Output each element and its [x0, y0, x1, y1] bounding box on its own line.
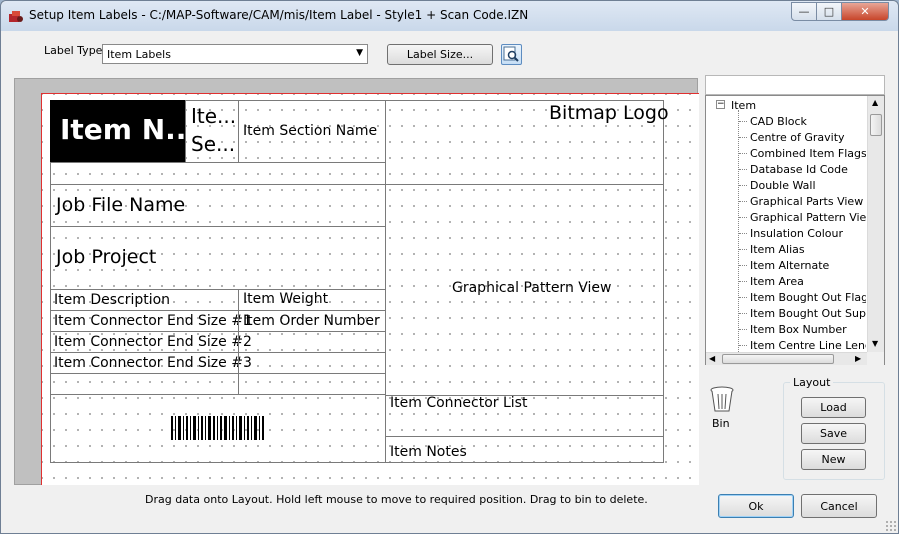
job-file-name-text: Job File Name — [56, 194, 186, 216]
tree-root-item[interactable]: Item — [731, 99, 756, 112]
item-connector-end-size-2-text: Item Connector End Size #2 — [54, 334, 252, 350]
tree-item[interactable]: Combined Item Flags Fiel — [750, 147, 866, 160]
item-connector-end-size-3-text: Item Connector End Size #3 — [54, 355, 252, 371]
tree-item[interactable]: Item Centre Line Length — [750, 339, 866, 352]
tree-branch-line — [739, 121, 747, 122]
tree-connector-line — [738, 110, 739, 352]
tree-branch-line — [739, 201, 747, 202]
empty-cell-left-4[interactable] — [50, 373, 239, 395]
bin-label: Bin — [712, 417, 730, 430]
tree-branch-line — [739, 297, 747, 298]
maximize-button[interactable]: □ — [816, 2, 842, 21]
cancel-button[interactable]: Cancel — [801, 494, 877, 518]
scroll-right-icon[interactable]: ▶ — [855, 354, 861, 363]
graphical-pattern-view-text: Graphical Pattern View — [452, 280, 612, 296]
item-connector-list-text: Item Connector List — [390, 395, 528, 411]
close-icon: ✕ — [860, 5, 870, 18]
item-order-number-text: Item Order Number — [243, 313, 380, 329]
tree-item[interactable]: Database Id Code — [750, 163, 848, 176]
cancel-button-label: Cancel — [820, 499, 858, 513]
horizontal-scroll-thumb[interactable] — [722, 354, 834, 364]
load-button-label: Load — [820, 401, 847, 414]
tree-branch-line — [739, 233, 747, 234]
tree-item[interactable]: Item Area — [750, 275, 804, 288]
empty-cell-right-4[interactable] — [238, 373, 386, 395]
tree-item[interactable]: Item Box Number — [750, 323, 847, 336]
zoom-preview-icon — [503, 46, 519, 62]
maximize-icon: □ — [823, 5, 835, 18]
trash-bin-icon[interactable] — [709, 385, 735, 413]
label-type-caption: Label Type — [44, 44, 103, 57]
app-icon — [9, 11, 23, 22]
ok-button[interactable]: Ok — [718, 494, 794, 518]
new-button[interactable]: New — [801, 449, 866, 470]
item-connector-end-size-1-text: Item Connector End Size #1 — [54, 313, 252, 329]
tree-item[interactable]: CAD Block — [750, 115, 807, 128]
scroll-up-icon[interactable]: ▲ — [872, 98, 878, 107]
item-se-text-1: Ite... — [191, 104, 237, 128]
minimize-button[interactable]: — — [791, 2, 817, 21]
item-weight-text: Item Weight — [243, 291, 329, 307]
scroll-down-icon[interactable]: ▼ — [872, 339, 878, 348]
ok-button-label: Ok — [748, 499, 764, 513]
item-notes-text: Item Notes — [390, 444, 467, 460]
tree-item[interactable]: Graphical Pattern View — [750, 211, 866, 224]
vertical-scroll-thumb[interactable] — [870, 114, 882, 136]
save-button-label: Save — [819, 427, 847, 440]
tree-item[interactable]: Graphical Parts View — [750, 195, 863, 208]
tree-item[interactable]: Double Wall — [750, 179, 816, 192]
tree-item[interactable]: Insulation Colour — [750, 227, 843, 240]
tree-branch-line — [739, 281, 747, 282]
tree-item[interactable]: Item Alias — [750, 243, 805, 256]
empty-cell-row[interactable] — [50, 162, 386, 185]
empty-cell-right-2[interactable] — [238, 331, 386, 353]
label-size-button-label: Label Size... — [406, 48, 474, 61]
empty-cell-right-3[interactable] — [238, 352, 386, 374]
bitmap-logo-text: Bitmap Logo — [549, 102, 669, 124]
tree-horizontal-scrollbar[interactable]: ◀ ▶ — [706, 352, 867, 365]
tree-branch-line — [739, 137, 747, 138]
item-se-text-2: Se... — [191, 132, 236, 156]
scroll-left-icon[interactable]: ◀ — [709, 354, 715, 363]
job-project-text: Job Project — [56, 246, 157, 268]
item-section-name-text: Item Section Name — [243, 123, 378, 139]
tree-branch-line — [739, 169, 747, 170]
preview-button[interactable] — [501, 44, 522, 65]
status-hint: Drag data onto Layout. Hold left mouse t… — [145, 493, 648, 506]
tree-item[interactable]: Item Bought Out Supplier — [750, 307, 866, 320]
title-bar[interactable]: Setup Item Labels - C:/MAP-Software/CAM/… — [1, 1, 898, 31]
window-title: Setup Item Labels - C:/MAP-Software/CAM/… — [29, 8, 529, 22]
label-size-button[interactable]: Label Size... — [387, 44, 493, 65]
tree-branch-line — [739, 185, 747, 186]
tree-vertical-scrollbar[interactable]: ▲ ▼ — [867, 96, 884, 352]
tree-branch-line — [739, 249, 747, 250]
tree-branch-line — [739, 265, 747, 266]
label-type-value: Item Labels — [107, 48, 171, 61]
new-button-label: New — [821, 453, 846, 466]
label-type-dropdown[interactable]: Item Labels ▼ — [102, 44, 368, 64]
tree-branch-line — [739, 153, 747, 154]
barcode-icon — [171, 416, 264, 440]
minimize-icon: — — [798, 5, 810, 18]
tree-filter-field[interactable] — [705, 75, 885, 95]
tree-branch-line — [739, 313, 747, 314]
close-button[interactable]: ✕ — [841, 2, 889, 21]
load-button[interactable]: Load — [801, 397, 866, 418]
scroll-corner — [867, 352, 884, 365]
tree-item[interactable]: Centre of Gravity — [750, 131, 845, 144]
item-description-text: Item Description — [54, 292, 171, 308]
tree-item[interactable]: Item Bought Out Flag — [750, 291, 866, 304]
tree-item[interactable]: Item Alternate — [750, 259, 829, 272]
layout-group-title: Layout — [790, 376, 834, 389]
collapse-toggle-icon[interactable]: − — [716, 100, 725, 109]
tree-branch-line — [739, 345, 747, 346]
chevron-down-icon: ▼ — [356, 48, 363, 58]
resize-grip[interactable] — [885, 520, 897, 532]
item-name-text: Item N... — [60, 113, 198, 146]
save-button[interactable]: Save — [801, 423, 866, 444]
tree-branch-line — [739, 329, 747, 330]
tree-branch-line — [739, 217, 747, 218]
